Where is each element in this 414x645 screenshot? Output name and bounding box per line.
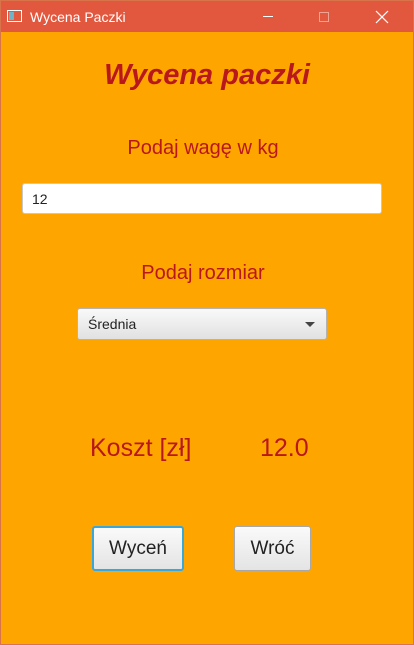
minimize-button[interactable] [245,1,291,32]
weight-label: Podaj wagę w kg [127,137,279,159]
cost-value: 12.0 [260,434,309,462]
price-button[interactable]: Wyceń [92,526,184,571]
chevron-down-icon [305,322,315,327]
app-window: Wycena Paczki Wycena paczki Podaj wagę w… [0,0,414,645]
title-bar[interactable]: Wycena Paczki [1,1,413,32]
app-icon [7,10,22,22]
size-label: Podaj rozmiar [141,262,265,284]
window-title: Wycena Paczki [30,9,126,25]
close-icon [375,10,389,23]
close-button[interactable] [359,1,405,32]
size-selected-value: Średnia [88,316,137,332]
maximize-button[interactable] [301,1,347,32]
page-title: Wycena paczki [104,59,310,91]
back-button[interactable]: Wróć [234,526,311,571]
cost-label: Koszt [zł] [90,434,192,462]
size-dropdown[interactable]: Średnia [77,308,327,340]
maximize-icon [319,11,329,22]
minimize-icon [263,16,273,17]
weight-input[interactable] [22,183,382,214]
